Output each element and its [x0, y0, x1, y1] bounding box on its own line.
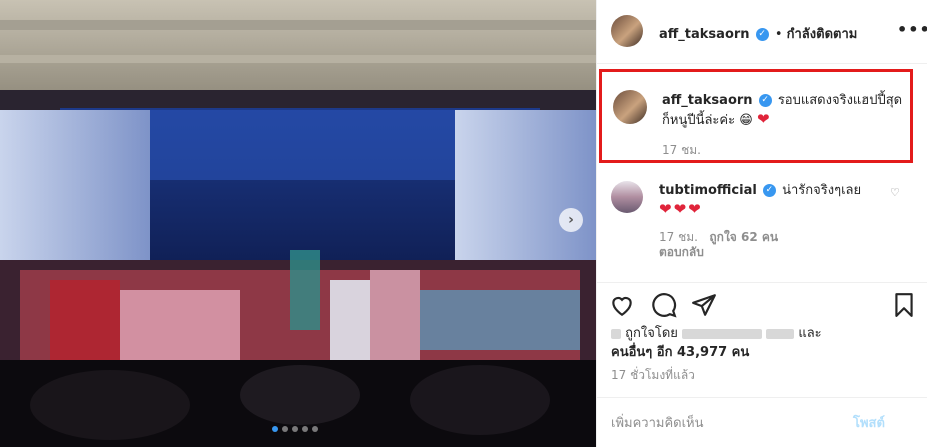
share-send-icon[interactable] — [691, 292, 717, 318]
comment-time[interactable]: 17 ชม. — [659, 230, 698, 244]
verified-icon: ✓ — [762, 184, 776, 197]
carousel-dot — [292, 426, 298, 432]
likes-others-count[interactable]: คนอื่นๆ อีก 43,977 คน — [611, 345, 749, 360]
hearts-emoji-icon: ❤❤❤ — [659, 200, 703, 218]
author-username[interactable]: aff_taksaorn — [659, 27, 750, 42]
carousel-dot — [272, 426, 278, 432]
stage-photo — [0, 0, 596, 447]
heart-emoji-icon: ❤ — [756, 110, 772, 128]
add-comment-bar: เพิ่มความคิดเห็น โพสต์ — [597, 397, 927, 447]
posted-time[interactable]: 17 ชั่วโมงที่แล้ว — [611, 366, 695, 385]
author-avatar[interactable] — [611, 15, 643, 47]
post-photo: › — [0, 0, 596, 447]
bookmark-save-icon[interactable] — [891, 292, 917, 318]
carousel-next-button[interactable]: › — [559, 208, 583, 232]
comment-like-heart-icon[interactable]: ♡ — [890, 186, 900, 199]
reply-button[interactable]: ตอบกลับ — [659, 245, 704, 259]
liker-name-blurred[interactable] — [766, 328, 795, 339]
header-separator: • — [774, 27, 783, 42]
following-button[interactable]: กำลังติดตาม — [787, 27, 858, 42]
more-options-icon[interactable]: ••• — [897, 20, 927, 39]
verified-icon: ✓ — [755, 28, 769, 41]
liked-by-prefix: ถูกใจโดย — [625, 326, 678, 341]
carousel-dot — [312, 426, 318, 432]
comment-body: น่ารักจริงๆเลย — [782, 183, 862, 198]
post-actions — [597, 282, 927, 327]
caption-time[interactable]: 17 ชม. — [662, 141, 701, 160]
post-comment-button[interactable]: โพสต์ — [853, 412, 885, 433]
caption-username[interactable]: aff_taksaorn — [662, 93, 753, 108]
post-header: aff_taksaorn ✓ • กำลังติดตาม ••• — [597, 0, 927, 64]
post-sidebar: aff_taksaorn ✓ • กำลังติดตาม ••• aff_tak… — [596, 0, 927, 447]
caption-highlight: aff_taksaorn ✓ รอบแสดงจริงแฮปปี้สุดก็หนู… — [599, 69, 913, 163]
comment-meta: 17 ชม. ถูกใจ 62 คน ตอบกลับ — [659, 230, 778, 260]
comment-bubble-icon[interactable] — [651, 292, 677, 318]
liker-avatar-blurred — [611, 328, 621, 339]
likes-summary: ถูกใจโดย และ คนอื่นๆ อีก 43,977 คน — [611, 324, 822, 362]
caption-text: aff_taksaorn ✓ รอบแสดงจริงแฮปปี้สุดก็หนู… — [662, 92, 908, 130]
like-heart-icon[interactable] — [609, 292, 635, 318]
commenter-avatar[interactable] — [611, 181, 643, 213]
comment-likes[interactable]: ถูกใจ 62 คน — [709, 230, 778, 244]
carousel-dots — [272, 426, 318, 432]
liker-name-blurred[interactable] — [682, 328, 763, 339]
carousel-dot — [282, 426, 288, 432]
carousel-dot — [302, 426, 308, 432]
caption-avatar[interactable] — [613, 90, 647, 124]
comment-text: tubtimofficial ✓ น่ารักจริงๆเลย ❤❤❤ — [659, 182, 884, 220]
grin-emoji-icon: 😁 — [739, 113, 753, 128]
commenter-username[interactable]: tubtimofficial — [659, 183, 757, 198]
comment-input[interactable]: เพิ่มความคิดเห็น — [611, 412, 704, 433]
likes-conj: และ — [798, 326, 822, 341]
verified-icon: ✓ — [758, 94, 772, 107]
